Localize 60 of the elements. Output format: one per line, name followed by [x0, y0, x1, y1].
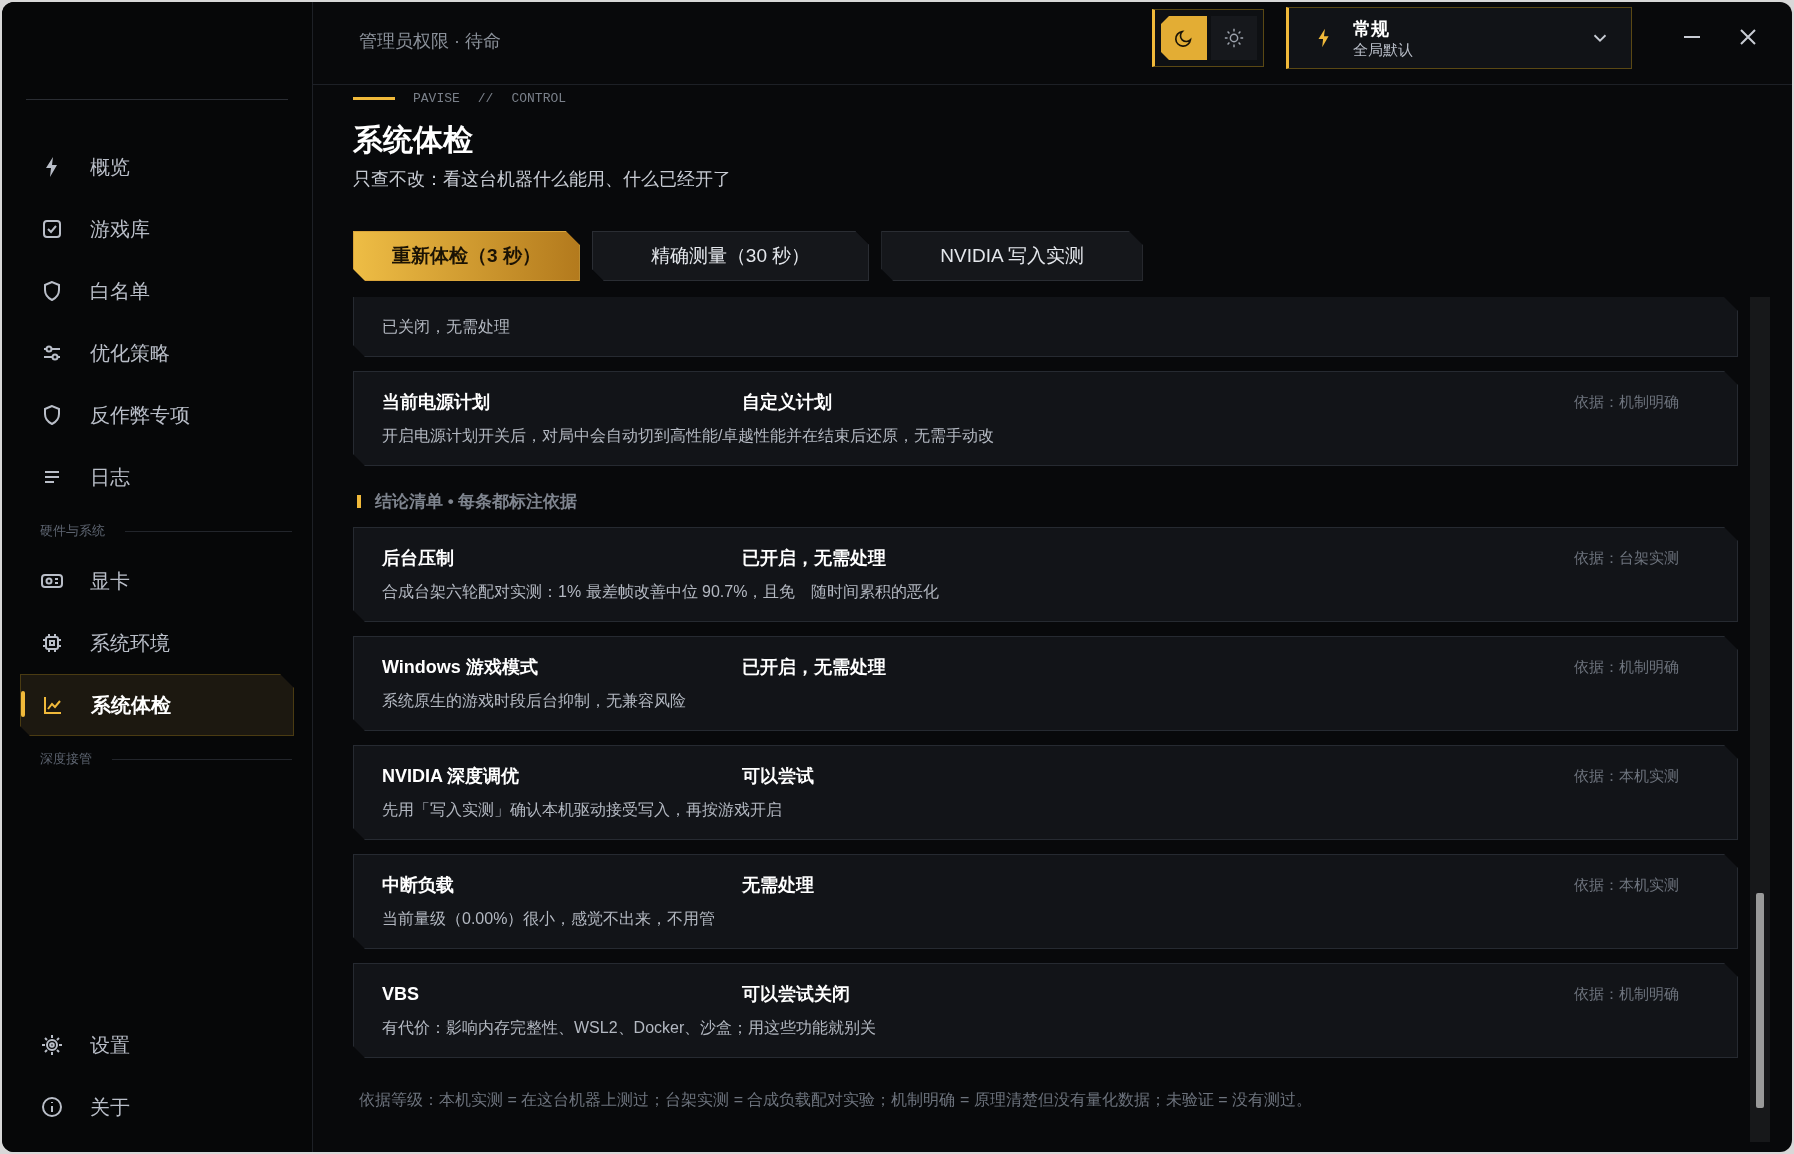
evidence-label: 依据：机制明确 [1574, 657, 1679, 677]
mode-title: 常规 [1353, 17, 1390, 41]
item-status: 可以尝试关闭 [742, 983, 851, 1006]
action-button[interactable]: NVIDIA 写入实测 [881, 231, 1143, 281]
section-heading: 结论清单 • 每条都标注依据 [375, 491, 578, 513]
status-text: 管理员权限 · 待命 [359, 30, 501, 53]
nav-item[interactable]: 系统环境 [20, 612, 294, 674]
nav-item[interactable]: 系统体检 [20, 674, 294, 736]
section-heading: 深度接管 [40, 750, 92, 768]
nav-item[interactable]: 显卡 [20, 550, 294, 612]
item-description: 有代价：影响内存完整性、WSL2、Docker、沙盒；用这些功能就别关 [382, 1018, 878, 1038]
item-status: 自定义计划 [742, 391, 833, 414]
nav-item[interactable]: 游戏库 [20, 198, 294, 260]
breadcrumb-text: PAVISE [413, 91, 460, 106]
page-subtitle: 只查不改：看这台机器什么能用、什么已经开了 [353, 168, 732, 191]
action-button[interactable]: 重新体检（3 秒） [353, 231, 580, 281]
nav-item[interactable]: 优化策略 [20, 322, 294, 384]
moon-icon[interactable] [1161, 16, 1207, 60]
section-heading: 硬件与系统 [40, 522, 105, 540]
chip-icon [40, 631, 64, 655]
breadcrumb-text: // [477, 91, 494, 106]
theme-toggle[interactable] [1152, 9, 1264, 67]
evidence-label: 依据：本机实测 [1574, 875, 1679, 895]
item-name: Windows 游戏模式 [382, 656, 539, 679]
item-description: 已关闭，无需处理 [382, 317, 511, 337]
item-name: 当前电源计划 [382, 391, 491, 414]
item-name: 中断负载 [382, 874, 455, 897]
mode-dropdown[interactable]: 常规 全局默认 [1286, 7, 1632, 69]
item-description: 先用「写入实测」确认本机驱动接受写入，再按游戏开启 [382, 800, 783, 820]
evidence-label: 依据：台架实测 [1574, 548, 1679, 568]
item-description: 当前量级（0.00%）很小，感觉不出来，不用管 [382, 909, 717, 929]
item-description: 合成台架六轮配对实测：1% 最差帧改善中位 90.7%，且免 随时间累积的恶化 [382, 582, 941, 602]
item-status: 已开启，无需处理 [742, 547, 887, 570]
item-name: VBS [382, 983, 420, 1005]
scrollbar[interactable] [1750, 297, 1770, 1142]
nav-item[interactable]: 概览 [20, 136, 294, 198]
item-description: 开启电源计划开关后，对局中会自动切到高性能/卓越性能并在结束后还原，无需手动改 [382, 426, 996, 446]
nav-item[interactable]: 反作弊专项 [20, 384, 294, 446]
page-title: 系统体检 [353, 122, 474, 158]
mode-subtitle: 全局默认 [1353, 40, 1414, 60]
nav-item[interactable]: 白名单 [20, 260, 294, 322]
nav-item[interactable]: 设置 [20, 1014, 294, 1076]
minimize-icon [1684, 36, 1700, 38]
item-status: 可以尝试 [742, 765, 815, 788]
item-description: 系统原生的游戏时段后台抑制，无兼容风险 [382, 691, 687, 711]
evidence-label: 依据：机制明确 [1574, 984, 1679, 1004]
breadcrumb-text: CONTROL [511, 91, 567, 106]
action-button[interactable]: 精确测量（30 秒） [591, 231, 870, 281]
item-status: 已开启，无需处理 [742, 656, 887, 679]
nav-item[interactable]: 关于 [20, 1076, 294, 1138]
item-name: NVIDIA 深度调优 [382, 765, 521, 788]
settings-icon [40, 1033, 64, 1057]
item-status: 无需处理 [742, 874, 815, 897]
nav-item[interactable]: 日志 [20, 446, 294, 508]
evidence-label: 依据：机制明确 [1574, 392, 1679, 412]
evidence-label: 依据：本机实测 [1574, 766, 1679, 786]
info-icon [40, 1095, 64, 1119]
item-name: 后台压制 [382, 547, 455, 570]
footnote: 依据等级：本机实测 = 在这台机器上测过；台架实测 = 合成负载配对实验；机制明确 = 原理清楚但没有量化数据；未验证 = 没有测过。 [359, 1090, 1313, 1110]
checkbox-icon [40, 217, 64, 241]
